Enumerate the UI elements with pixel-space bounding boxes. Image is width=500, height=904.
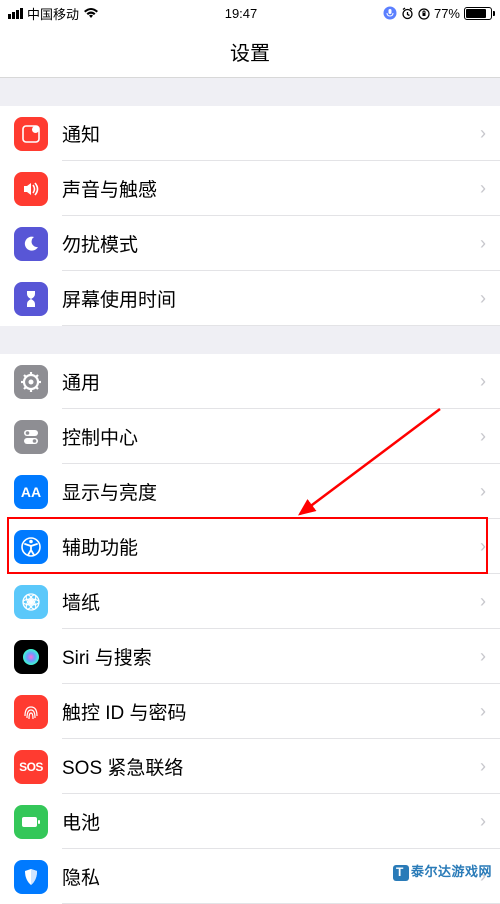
status-left: 中国移动 bbox=[8, 4, 99, 23]
row-label: Siri 与搜索 bbox=[62, 643, 480, 670]
group-spacer bbox=[0, 78, 500, 106]
row-siri[interactable]: Siri 与搜索 › bbox=[0, 629, 500, 684]
battery-pct: 77% bbox=[434, 6, 460, 21]
group-spacer bbox=[0, 326, 500, 354]
touchid-icon bbox=[14, 695, 48, 729]
chevron-right-icon: › bbox=[480, 178, 486, 199]
chevron-right-icon: › bbox=[480, 288, 486, 309]
chevron-right-icon: › bbox=[480, 591, 486, 612]
screentime-icon bbox=[14, 282, 48, 316]
display-icon: AA bbox=[14, 475, 48, 509]
row-battery[interactable]: 电池 › bbox=[0, 794, 500, 849]
notifications-icon bbox=[14, 117, 48, 151]
row-notifications[interactable]: 通知 › bbox=[0, 106, 500, 161]
chevron-right-icon: › bbox=[480, 536, 486, 557]
row-label: 声音与触感 bbox=[62, 175, 480, 202]
lock-icon bbox=[418, 7, 430, 20]
battery-icon bbox=[14, 805, 48, 839]
row-control-center[interactable]: 控制中心 › bbox=[0, 409, 500, 464]
row-sounds[interactable]: 声音与触感 › bbox=[0, 161, 500, 216]
wifi-icon bbox=[83, 7, 99, 19]
chevron-right-icon: › bbox=[480, 646, 486, 667]
row-label: SOS 紧急联络 bbox=[62, 753, 480, 780]
status-bar: 中国移动 19:47 77% bbox=[0, 0, 500, 26]
siri-icon bbox=[14, 640, 48, 674]
chevron-right-icon: › bbox=[480, 811, 486, 832]
gear-icon bbox=[14, 365, 48, 399]
row-dnd[interactable]: 勿扰模式 › bbox=[0, 216, 500, 271]
status-right: 77% bbox=[383, 6, 492, 21]
row-label: 电池 bbox=[62, 808, 480, 835]
sos-text: SOS bbox=[19, 760, 43, 774]
alarm-icon bbox=[401, 7, 414, 20]
row-label: 触控 ID 与密码 bbox=[62, 698, 480, 725]
row-label: 通用 bbox=[62, 368, 480, 395]
sounds-icon bbox=[14, 172, 48, 206]
carrier-label: 中国移动 bbox=[27, 4, 79, 23]
row-sos[interactable]: SOS SOS 紧急联络 › bbox=[0, 739, 500, 794]
watermark-text: 泰尔达游戏网 bbox=[411, 864, 492, 879]
row-label: 通知 bbox=[62, 120, 480, 147]
chevron-right-icon: › bbox=[480, 481, 486, 502]
row-label: 显示与亮度 bbox=[62, 478, 480, 505]
row-display[interactable]: AA 显示与亮度 › bbox=[0, 464, 500, 519]
dnd-icon bbox=[14, 227, 48, 261]
chevron-right-icon: › bbox=[480, 426, 486, 447]
page-title: 设置 bbox=[230, 37, 270, 66]
privacy-icon bbox=[14, 860, 48, 894]
row-label: 控制中心 bbox=[62, 423, 480, 450]
mic-indicator-icon bbox=[383, 6, 397, 20]
chevron-right-icon: › bbox=[480, 371, 486, 392]
row-touchid[interactable]: 触控 ID 与密码 › bbox=[0, 684, 500, 739]
nav-bar: 设置 bbox=[0, 26, 500, 78]
watermark: 泰尔达游戏网 bbox=[393, 861, 492, 881]
watermark-icon bbox=[393, 865, 409, 881]
row-label: 勿扰模式 bbox=[62, 230, 480, 257]
signal-icon bbox=[8, 8, 23, 19]
wallpaper-icon bbox=[14, 585, 48, 619]
battery-icon bbox=[464, 7, 492, 20]
row-accessibility[interactable]: 辅助功能 › bbox=[0, 519, 500, 574]
chevron-right-icon: › bbox=[480, 123, 486, 144]
chevron-right-icon: › bbox=[480, 701, 486, 722]
accessibility-icon bbox=[14, 530, 48, 564]
row-label: 辅助功能 bbox=[62, 533, 480, 560]
row-label: 屏幕使用时间 bbox=[62, 285, 480, 312]
row-wallpaper[interactable]: 墙纸 › bbox=[0, 574, 500, 629]
row-screentime[interactable]: 屏幕使用时间 › bbox=[0, 271, 500, 326]
status-time: 19:47 bbox=[225, 6, 258, 21]
chevron-right-icon: › bbox=[480, 233, 486, 254]
sos-icon: SOS bbox=[14, 750, 48, 784]
row-label: 墙纸 bbox=[62, 588, 480, 615]
chevron-right-icon: › bbox=[480, 756, 486, 777]
control-center-icon bbox=[14, 420, 48, 454]
row-general[interactable]: 通用 › bbox=[0, 354, 500, 409]
